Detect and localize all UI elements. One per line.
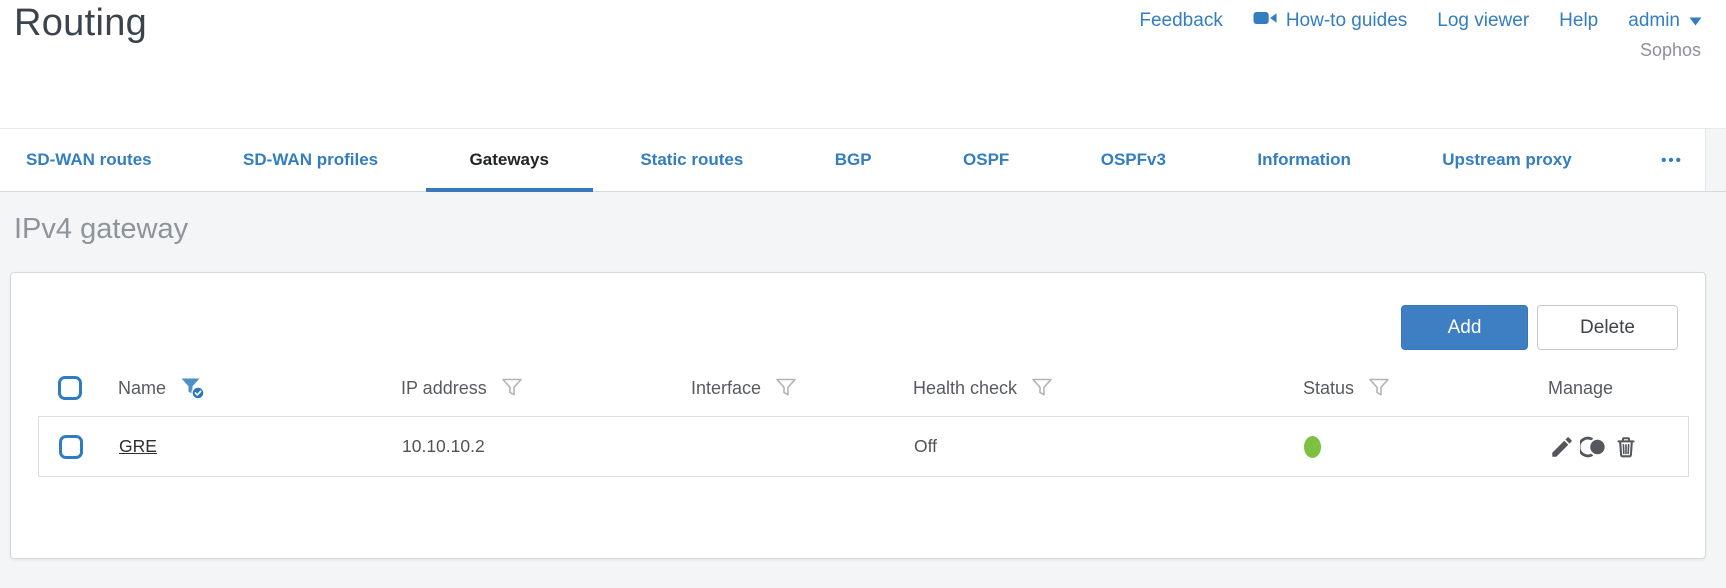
tab-ospf[interactable]: OSPF <box>955 129 1017 191</box>
chevron-down-icon <box>1689 10 1702 32</box>
filter-icon[interactable] <box>501 377 523 399</box>
tab-strip-gutter <box>1706 128 1726 192</box>
column-header-name: Name <box>118 377 167 398</box>
tab-static-routes[interactable]: Static routes <box>632 129 751 191</box>
content-area: IPv4 gateway Add Delete Name IP address … <box>0 192 1726 588</box>
gateway-table: Name IP address Interface Health check S… <box>38 360 1689 477</box>
column-header-manage: Manage <box>1548 377 1614 398</box>
user-menu[interactable]: admin <box>1628 10 1702 32</box>
filter-icon[interactable] <box>1368 377 1390 399</box>
howto-guides-label: How-to guides <box>1285 10 1408 31</box>
help-link[interactable]: Help <box>1559 10 1598 32</box>
delete-button[interactable]: Delete <box>1537 305 1678 350</box>
toolbar: Add Delete <box>38 305 1688 350</box>
video-camera-icon <box>1253 10 1277 32</box>
column-header-health-check: Health check <box>913 377 1018 398</box>
tab-information[interactable]: Information <box>1249 129 1359 191</box>
howto-guides-link[interactable]: How-to guides <box>1253 10 1407 32</box>
row-checkbox[interactable] <box>59 434 83 459</box>
feedback-link[interactable]: Feedback <box>1139 10 1222 32</box>
add-button[interactable]: Add <box>1401 305 1528 350</box>
tab-bar: SD-WAN routes SD-WAN profiles Gateways S… <box>0 128 1706 192</box>
user-menu-label: admin <box>1628 10 1680 31</box>
filter-icon[interactable] <box>775 377 797 399</box>
log-viewer-label: Log viewer <box>1437 10 1530 31</box>
help-label: Help <box>1559 10 1599 31</box>
page-title: Routing <box>14 2 148 44</box>
gateway-panel: Add Delete Name IP address Interface Hea… <box>10 272 1706 559</box>
gateway-ip: 10.10.10.2 <box>402 436 485 456</box>
filter-icon[interactable] <box>1031 377 1053 399</box>
tab-ospfv3[interactable]: OSPFv3 <box>1093 129 1174 191</box>
brand-label: Sophos <box>1639 40 1701 60</box>
header-nav: Feedback How-to guides Log viewer Help a… <box>1139 10 1702 32</box>
tabs-overflow-icon[interactable]: ••• <box>1655 152 1689 169</box>
gateway-name-link[interactable]: GRE <box>119 436 157 457</box>
tab-strip: SD-WAN routes SD-WAN profiles Gateways S… <box>0 128 1726 192</box>
column-header-interface: Interface <box>691 377 762 398</box>
log-viewer-link[interactable]: Log viewer <box>1437 10 1529 32</box>
tab-upstream-proxy[interactable]: Upstream proxy <box>1434 129 1579 191</box>
tab-sdwan-routes[interactable]: SD-WAN routes <box>18 129 160 191</box>
column-header-status: Status <box>1303 377 1355 398</box>
table-header-row: Name IP address Interface Health check S… <box>38 360 1689 416</box>
tab-bgp[interactable]: BGP <box>827 129 880 191</box>
delete-icon[interactable] <box>1613 434 1639 460</box>
clone-icon[interactable] <box>1580 434 1608 460</box>
tab-sdwan-profiles[interactable]: SD-WAN profiles <box>235 129 386 191</box>
tab-gateways[interactable]: Gateways <box>425 129 594 192</box>
select-all-checkbox[interactable] <box>58 376 82 400</box>
filter-active-icon[interactable] <box>180 376 206 400</box>
column-header-ip: IP address <box>401 377 487 398</box>
page-header: Routing Feedback How-to guides Log viewe… <box>0 0 1726 128</box>
gateway-health-check: Off <box>914 436 938 456</box>
status-up-indicator <box>1304 435 1321 458</box>
feedback-label: Feedback <box>1139 10 1223 31</box>
edit-icon[interactable] <box>1549 434 1575 460</box>
table-row: GRE 10.10.10.2 Off <box>38 416 1689 477</box>
section-title: IPv4 gateway <box>14 213 189 245</box>
